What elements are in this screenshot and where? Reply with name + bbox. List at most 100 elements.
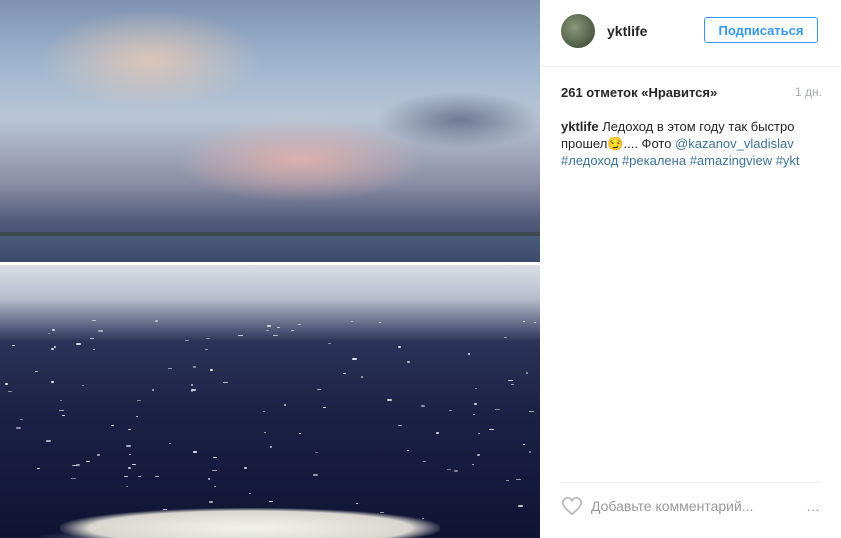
ice-floe (351, 321, 353, 322)
smirk-emoji: 😏 (607, 136, 624, 151)
ice-floe (454, 470, 458, 472)
ice-floe (52, 329, 55, 331)
username[interactable]: yktlife (607, 23, 647, 39)
ice-floe (436, 432, 439, 434)
ice-floe (423, 461, 426, 462)
photo-ice-panel (0, 265, 540, 538)
ice-floe (529, 411, 534, 412)
ice-floe (48, 333, 50, 334)
ice-floe (193, 366, 196, 368)
ice-floe (284, 404, 286, 406)
ice-floe (473, 414, 475, 415)
ice-floe (323, 407, 326, 408)
ice-floe (267, 325, 271, 327)
ice-floe (86, 461, 90, 462)
follow-button[interactable]: Подписаться (704, 17, 818, 43)
ice-floe (191, 384, 193, 386)
ice-floe (16, 427, 21, 429)
comment-bar: Добавьте комментарий... … (561, 494, 821, 520)
avatar[interactable] (561, 14, 595, 48)
ice-floe (468, 353, 470, 355)
ice-floe (76, 464, 80, 466)
ice-floe (92, 320, 96, 321)
hashtag-link[interactable]: #ледоход (561, 153, 618, 168)
hashtag-link[interactable]: #ykt (776, 153, 800, 168)
ice-floe (111, 425, 114, 426)
likes-count[interactable]: 261 отметок «Нравится» (561, 85, 717, 100)
ice-floe (273, 335, 278, 336)
post-side-panel: yktlife Подписаться 261 отметок «Нравитс… (541, 0, 841, 538)
caption-username[interactable]: yktlife (561, 119, 599, 134)
ice-floe (352, 358, 357, 360)
ice-floe (504, 337, 507, 338)
ice-floe (315, 452, 318, 453)
ice-floe (155, 320, 158, 322)
ice-floe (209, 501, 213, 503)
ice-floe (223, 382, 228, 383)
ice-floe (193, 451, 197, 453)
ice-floe (136, 416, 138, 417)
ice-floe (51, 348, 54, 350)
ice-floe (12, 345, 15, 346)
river-water (0, 236, 540, 262)
ice-floe (263, 411, 265, 412)
ice-floe (59, 410, 64, 411)
post-header: yktlife Подписаться (541, 0, 841, 67)
ice-floe (511, 384, 514, 385)
ice-floe (526, 372, 528, 374)
ice-floe (518, 505, 523, 507)
ice-floe (379, 322, 381, 323)
ice-floe (407, 361, 410, 363)
ice-floe (534, 322, 536, 323)
hashtag-link[interactable]: #amazingview (690, 153, 772, 168)
ice-floe (191, 389, 196, 391)
hashtag-link[interactable]: #рекалена (622, 153, 686, 168)
ice-floe (212, 470, 217, 471)
ice-floe (472, 464, 474, 465)
ice-floe (478, 433, 480, 434)
caption: yktlife Ледоход в этом году так быстро п… (561, 118, 821, 169)
ice-floe (35, 371, 38, 372)
post-time[interactable]: 1 дн. (795, 85, 822, 99)
ice-floe (328, 343, 331, 344)
ice-floe (266, 330, 269, 331)
ice-floe (168, 368, 172, 369)
ice-floe (291, 330, 294, 331)
comment-input[interactable]: Добавьте комментарий... (591, 498, 753, 514)
ice-floe (205, 349, 208, 350)
ice-floe (213, 457, 217, 458)
ice-floe (155, 476, 159, 477)
ice-floe (343, 373, 346, 374)
ice-floe (398, 346, 401, 348)
ice-floe (60, 400, 62, 401)
ice-floe (477, 454, 480, 456)
mention-link[interactable]: @kazanov_vladislav (675, 136, 794, 151)
ice-floe (5, 383, 8, 385)
ice-floe (407, 450, 409, 451)
ice-floe (128, 467, 131, 469)
ice-floe (299, 433, 301, 434)
comment-divider (561, 482, 821, 483)
ice-floe (523, 444, 525, 445)
ice-floe (208, 478, 210, 480)
ice-floe (124, 476, 128, 477)
ice-floe (206, 338, 210, 339)
post-photo[interactable] (0, 0, 540, 538)
ice-floe (126, 445, 131, 447)
ice-floe (185, 340, 189, 341)
heart-outline-icon[interactable] (561, 496, 583, 516)
ice-shore (60, 508, 440, 538)
ice-floe (361, 376, 363, 378)
ice-floe (387, 399, 392, 401)
ice-floe (447, 469, 451, 470)
ice-floe (264, 432, 266, 433)
ice-floe (298, 324, 301, 325)
ice-floe (129, 454, 131, 455)
ice-floe (356, 503, 358, 504)
ice-floe (128, 429, 131, 430)
ice-floe (475, 388, 477, 389)
more-options-icon[interactable]: … (806, 498, 821, 514)
ice-floe (489, 429, 494, 430)
ice-floe (137, 400, 141, 401)
ice-floe (495, 409, 500, 410)
